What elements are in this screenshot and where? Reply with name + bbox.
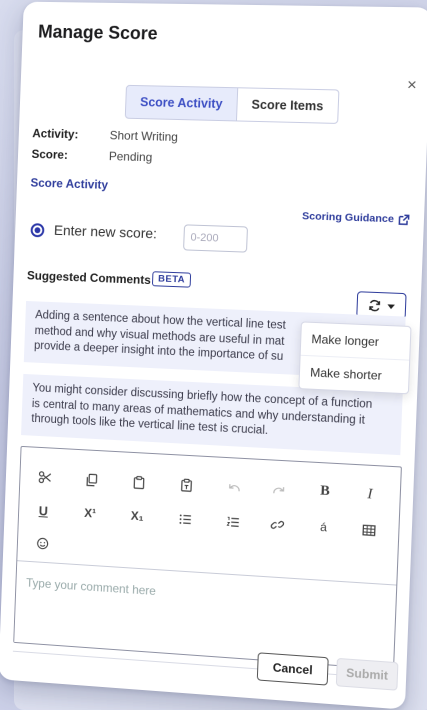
- scoring-guidance-link[interactable]: Scoring Guidance: [302, 210, 410, 226]
- scoring-guidance-label: Scoring Guidance: [301, 210, 395, 226]
- superscript-button[interactable]: X¹: [79, 502, 101, 525]
- link-icon[interactable]: [265, 513, 288, 536]
- table-icon[interactable]: [357, 518, 380, 542]
- manage-score-modal: Manage Score × Score Activity Score Item…: [0, 1, 427, 710]
- score-input[interactable]: [183, 224, 248, 253]
- beta-badge: BETA: [151, 271, 192, 288]
- bulleted-list-icon[interactable]: [173, 507, 196, 530]
- activity-label: Activity:: [32, 126, 79, 142]
- tab-bar: Score Activity Score Items: [124, 84, 340, 124]
- italic-button[interactable]: I: [358, 482, 381, 506]
- suggested-comments-title: Suggested Comments: [26, 268, 152, 288]
- enter-score-radio[interactable]: [30, 223, 45, 238]
- underline-button[interactable]: U: [32, 499, 54, 522]
- subscript-button[interactable]: X₁: [126, 504, 149, 527]
- close-icon[interactable]: ×: [407, 77, 417, 96]
- special-character-button[interactable]: á: [312, 515, 335, 539]
- redo-icon[interactable]: [267, 478, 290, 501]
- emoji-icon[interactable]: [31, 531, 53, 554]
- bold-button[interactable]: B: [313, 480, 336, 504]
- score-value: Pending: [108, 149, 153, 165]
- activity-value: Short Writing: [109, 128, 179, 145]
- submit-button[interactable]: Submit: [335, 657, 399, 691]
- comment-editor: B I U X¹ X₁ á: [13, 445, 402, 671]
- caret-down-icon: [386, 303, 395, 309]
- cut-icon[interactable]: [34, 465, 56, 488]
- refresh-icon: [367, 298, 381, 312]
- score-activity-heading: Score Activity: [30, 175, 109, 192]
- tab-score-activity[interactable]: Score Activity: [124, 84, 239, 122]
- score-row: Score: Pending: [31, 147, 152, 164]
- paste-icon[interactable]: [127, 471, 150, 494]
- cancel-button[interactable]: Cancel: [256, 652, 329, 686]
- menu-item-make-shorter[interactable]: Make shorter: [299, 354, 410, 394]
- activity-row: Activity: Short Writing: [32, 126, 178, 144]
- menu-item-make-longer[interactable]: Make longer: [301, 322, 411, 359]
- modal-title: Manage Score: [37, 21, 158, 44]
- regenerate-menu: Make longer Make shorter: [298, 321, 412, 395]
- undo-icon[interactable]: [223, 476, 246, 499]
- copy-icon[interactable]: [80, 468, 102, 491]
- tab-score-items[interactable]: Score Items: [236, 87, 340, 124]
- external-link-icon: [398, 214, 410, 226]
- enter-score-label: Enter new score:: [53, 221, 158, 242]
- paste-text-icon[interactable]: [175, 473, 198, 496]
- numbered-list-icon[interactable]: [221, 510, 244, 533]
- score-label: Score:: [31, 147, 69, 162]
